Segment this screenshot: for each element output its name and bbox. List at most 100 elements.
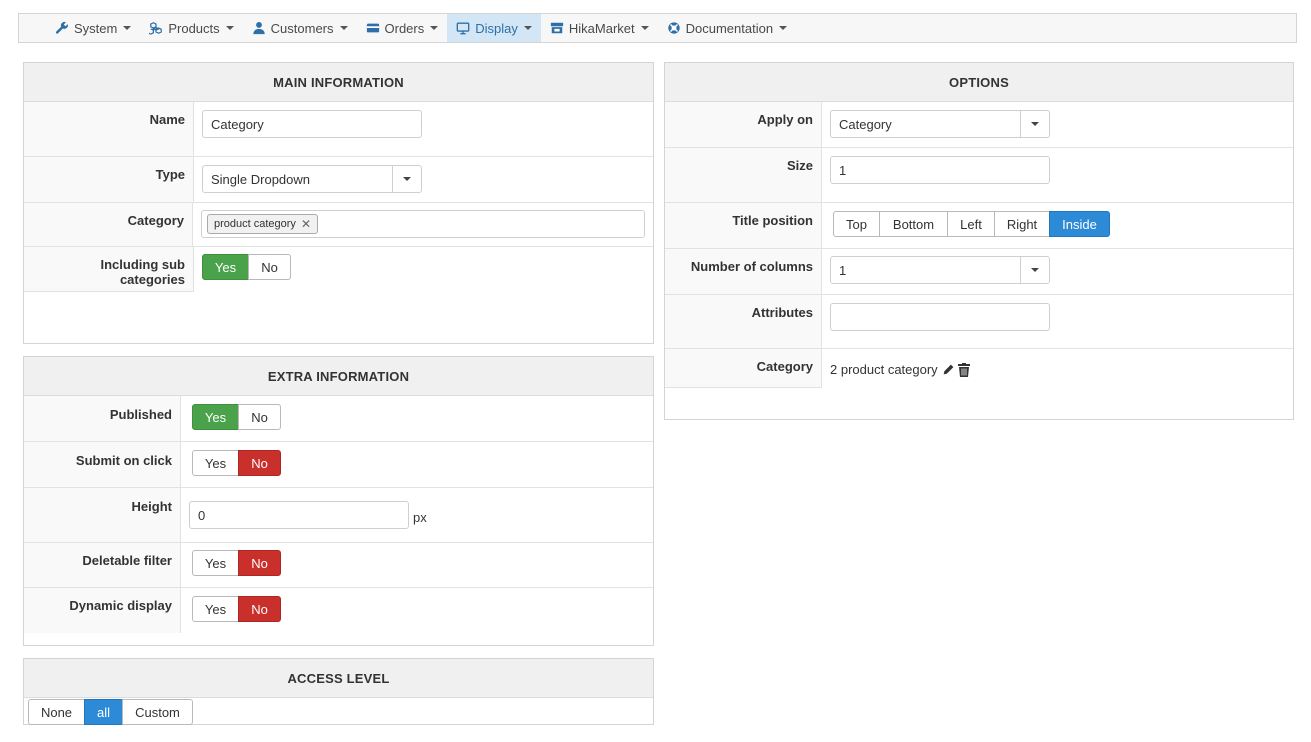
- chevron-down-icon: [339, 26, 348, 30]
- title-position-value-cell: Top Bottom Left Right Inside: [822, 203, 1293, 248]
- type-select[interactable]: Single Dropdown: [202, 165, 422, 193]
- access-level-toggle: None all Custom: [28, 699, 193, 725]
- apply-on-row: Apply on Category: [665, 102, 1293, 148]
- nav-documentation-label: Documentation: [685, 20, 774, 36]
- main-information-title: MAIN INFORMATION: [24, 63, 653, 102]
- published-label: Published: [24, 396, 181, 441]
- type-row: Type Single Dropdown: [24, 157, 653, 203]
- published-value-cell: Yes No: [181, 396, 653, 441]
- store-icon: [550, 21, 564, 35]
- nav-hikamarket[interactable]: HikaMarket: [541, 14, 658, 42]
- submit-yes-button[interactable]: Yes: [192, 450, 239, 476]
- extra-information-panel: EXTRA INFORMATION Published Yes No Submi…: [23, 356, 654, 646]
- deletable-no-button[interactable]: No: [238, 550, 281, 576]
- subcat-toggle: Yes No: [202, 254, 291, 280]
- credit-card-icon: [366, 21, 380, 35]
- nav-system[interactable]: System: [46, 14, 140, 42]
- subcat-value-cell: Yes No: [194, 247, 653, 292]
- nav-customers[interactable]: Customers: [243, 14, 357, 42]
- lifebuoy-icon: [667, 21, 681, 35]
- subcat-label: Including sub categories: [24, 247, 194, 292]
- pencil-icon[interactable]: [942, 363, 955, 376]
- name-value-cell: Category: [194, 102, 653, 156]
- title-position-left-button[interactable]: Left: [947, 211, 995, 237]
- apply-on-label: Apply on: [665, 102, 822, 147]
- nav-documentation[interactable]: Documentation: [658, 14, 796, 42]
- submit-no-button[interactable]: No: [238, 450, 281, 476]
- submit-toggle: Yes No: [192, 450, 281, 476]
- access-custom-button[interactable]: Custom: [122, 699, 193, 725]
- access-level-panel: ACCESS LEVEL None all Custom: [23, 658, 654, 725]
- chevron-down-icon: [779, 26, 788, 30]
- apply-on-select-toggle[interactable]: [1020, 111, 1049, 137]
- subcat-yes-button[interactable]: Yes: [202, 254, 249, 280]
- height-label: Height: [24, 488, 181, 542]
- options-title: OPTIONS: [665, 63, 1293, 102]
- apply-on-select[interactable]: Category: [830, 110, 1050, 138]
- extra-information-title: EXTRA INFORMATION: [24, 357, 653, 396]
- submit-value-cell: Yes No: [181, 442, 653, 487]
- nav-display[interactable]: Display: [447, 14, 541, 42]
- size-input[interactable]: 1: [830, 156, 1050, 184]
- attributes-value-cell: [822, 295, 1293, 348]
- name-input[interactable]: Category: [202, 110, 422, 138]
- category-tag-input[interactable]: product category ✕: [201, 210, 645, 238]
- chevron-down-icon: [225, 26, 234, 30]
- chevron-down-icon: [430, 26, 439, 30]
- chevron-down-icon: [523, 26, 532, 30]
- dynamic-label: Dynamic display: [24, 588, 181, 633]
- apply-on-select-value: Category: [839, 116, 892, 132]
- title-position-row: Title position Top Bottom Left Right Ins…: [665, 203, 1293, 249]
- options-category-row: Category 2 product category: [665, 349, 1293, 388]
- dynamic-yes-button[interactable]: Yes: [192, 596, 239, 622]
- main-information-panel: MAIN INFORMATION Name Category Type Sing…: [23, 62, 654, 344]
- title-position-top-button[interactable]: Top: [833, 211, 880, 237]
- title-position-label: Title position: [665, 203, 822, 248]
- deletable-toggle: Yes No: [192, 550, 281, 576]
- dynamic-no-button[interactable]: No: [238, 596, 281, 622]
- monitor-icon: [456, 21, 470, 35]
- user-icon: [252, 21, 266, 35]
- category-label: Category: [24, 203, 193, 246]
- columns-row: Number of columns 1: [665, 249, 1293, 295]
- options-category-value: 2 product category: [830, 362, 938, 377]
- type-label: Type: [24, 157, 194, 202]
- nav-system-label: System: [74, 20, 118, 36]
- published-no-button[interactable]: No: [238, 404, 281, 430]
- height-input[interactable]: 0: [189, 501, 409, 529]
- nav-products-label: Products: [168, 20, 220, 36]
- name-label: Name: [24, 102, 194, 156]
- columns-select[interactable]: 1: [830, 256, 1050, 284]
- title-position-right-button[interactable]: Right: [994, 211, 1050, 237]
- top-navbar: System Products Customers Orders Display: [18, 13, 1297, 43]
- name-row: Name Category: [24, 102, 653, 157]
- nav-orders[interactable]: Orders: [357, 14, 448, 42]
- trash-icon[interactable]: [957, 362, 970, 377]
- options-category-value-cell: 2 product category: [822, 349, 1293, 388]
- published-row: Published Yes No: [24, 396, 653, 442]
- category-tag: product category ✕: [207, 214, 318, 234]
- deletable-yes-button[interactable]: Yes: [192, 550, 239, 576]
- deletable-label: Deletable filter: [24, 543, 181, 587]
- access-all-button[interactable]: all: [84, 699, 123, 725]
- access-none-button[interactable]: None: [28, 699, 85, 725]
- columns-select-toggle[interactable]: [1020, 257, 1049, 283]
- columns-label: Number of columns: [665, 249, 822, 294]
- attributes-row: Attributes: [665, 295, 1293, 349]
- remove-tag-icon[interactable]: ✕: [301, 217, 311, 231]
- subcat-no-button[interactable]: No: [248, 254, 291, 280]
- type-select-value: Single Dropdown: [211, 171, 311, 187]
- nav-products[interactable]: Products: [140, 14, 242, 42]
- category-row: Category product category ✕: [24, 203, 653, 247]
- title-position-toggle: Top Bottom Left Right Inside: [833, 211, 1110, 237]
- title-position-inside-button[interactable]: Inside: [1049, 211, 1110, 237]
- type-select-toggle[interactable]: [392, 166, 421, 192]
- deletable-row: Deletable filter Yes No: [24, 543, 653, 588]
- height-unit: px: [413, 509, 427, 525]
- attributes-input[interactable]: [830, 303, 1050, 331]
- options-category-label: Category: [665, 349, 822, 388]
- category-tag-label: product category: [214, 218, 296, 230]
- title-position-bottom-button[interactable]: Bottom: [879, 211, 948, 237]
- chevron-down-icon: [640, 26, 649, 30]
- published-yes-button[interactable]: Yes: [192, 404, 239, 430]
